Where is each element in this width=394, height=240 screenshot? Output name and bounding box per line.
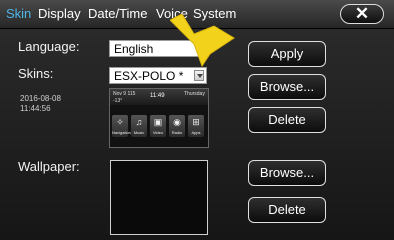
- tab-skin[interactable]: Skin: [6, 6, 31, 21]
- preview-temperature: -13°: [113, 98, 123, 104]
- music-icon: ♫ Music: [131, 115, 147, 137]
- wallpaper-label: Wallpaper:: [18, 159, 80, 174]
- preview-date: Nov 9 115: [113, 91, 136, 97]
- language-label: Language:: [18, 39, 80, 54]
- preview-day: Thursday: [184, 91, 205, 97]
- close-button[interactable]: ✕: [340, 4, 384, 24]
- skin-date: 2016-08-08: [20, 94, 61, 103]
- skin-select[interactable]: ESX-POLO *: [109, 67, 207, 84]
- preview-app-icons: ✧ Navigation ♫ Music ▣ Video ◉ Radio ⊞ Apps: [112, 115, 206, 145]
- skin-preview: Nov 9 115 -13° 11:49 Thursday ✧ Navigatio…: [109, 88, 209, 148]
- radio-icon: ◉ Radio: [169, 115, 185, 137]
- apps-icon: ⊞ Apps: [188, 115, 204, 137]
- preview-status-bar: Nov 9 115 -13° 11:49 Thursday: [110, 89, 208, 105]
- video-icon: ▣ Video: [150, 115, 166, 137]
- preview-clock: 11:49: [150, 93, 165, 99]
- skin-value: ESX-POLO *: [114, 69, 184, 83]
- browse-skin-button[interactable]: Browse...: [248, 74, 326, 100]
- tab-date-time[interactable]: Date/Time: [88, 6, 147, 21]
- delete-wallpaper-button[interactable]: Delete: [248, 197, 326, 223]
- skin-time: 11:44:56: [20, 104, 51, 113]
- navigation-icon: ✧ Navigation: [112, 115, 131, 137]
- delete-skin-button[interactable]: Delete: [248, 107, 326, 133]
- browse-wallpaper-button[interactable]: Browse...: [248, 160, 326, 186]
- skins-label: Skins:: [18, 66, 54, 81]
- apply-button[interactable]: Apply: [248, 41, 326, 67]
- language-value: English: [114, 42, 154, 56]
- pointer-arrow-icon: [170, 14, 235, 68]
- settings-screen: Skin Display Date/Time Voice System ✕ La…: [0, 0, 394, 240]
- tab-display[interactable]: Display: [38, 6, 81, 21]
- chevron-down-icon[interactable]: [194, 70, 204, 81]
- wallpaper-preview: [110, 160, 208, 235]
- close-icon: ✕: [354, 4, 370, 23]
